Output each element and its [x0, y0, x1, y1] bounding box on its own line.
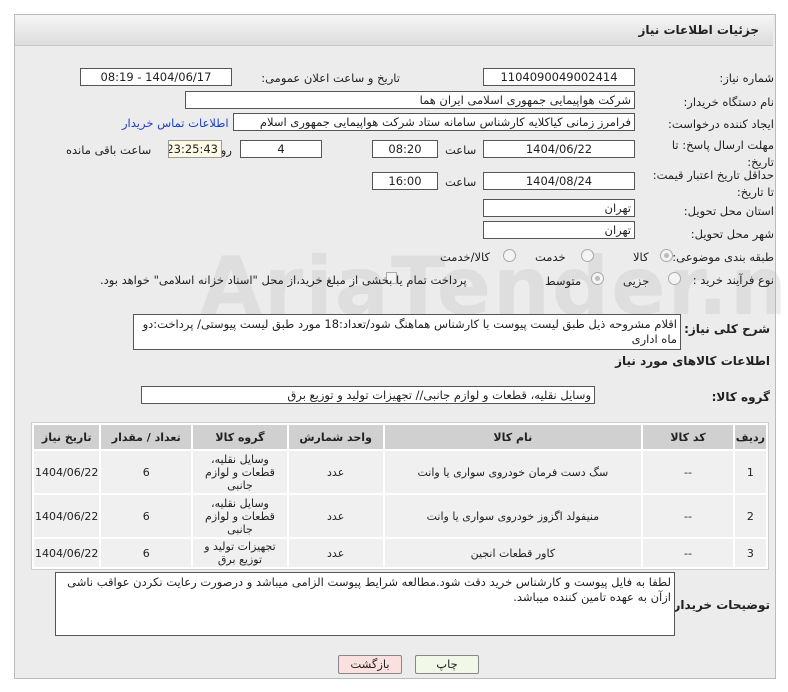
remaining-label: ساعت باقی مانده [66, 143, 152, 157]
province-field: تهران [483, 199, 635, 217]
cell-qty: 6 [101, 495, 192, 537]
creator-label: ایجاد کننده درخواست: [668, 117, 774, 131]
deadline-label: مهلت ارسال پاسخ: تا تاریخ: [671, 138, 774, 169]
col-date: تاریخ نیاز [34, 425, 100, 449]
table-row: 1 -- سگ دست فرمان خودروی سواری یا وانت عدد و… [34, 451, 766, 493]
col-code: کد کالا [643, 425, 733, 449]
buyer-label: نام دستگاه خریدار: [683, 95, 774, 109]
process-option-medium: متوسط [545, 274, 582, 288]
category-option-both: کالا/خدمت [440, 250, 491, 264]
category-label: طبقه بندی موضوعی: [672, 250, 774, 264]
buyer-notes-textarea[interactable]: لطفا به فایل پیوست و کارشناس خرید دقت شو… [55, 572, 675, 636]
category-option-goods: کالا [633, 250, 649, 264]
category-radio-service[interactable] [581, 249, 594, 262]
cell-group: وسایل نقلیه، قطعات و لوازم جانبی [193, 451, 287, 493]
goods-group-field: وسایل نقلیه، قطعات و لوازم جانبی// تجهیز… [141, 386, 595, 404]
col-name: نام کالا [384, 425, 642, 449]
cell-code: -- [643, 451, 733, 493]
cell-name: کاور قطعات انجین [384, 539, 642, 567]
announce-field: 1404/06/17 - 08:19 [80, 68, 232, 86]
process-label: نوع فرآیند خرید : [692, 273, 774, 287]
buyer-contact-link[interactable]: اطلاعات تماس خریدار [122, 116, 229, 130]
need-number-field: 1104090049002414 [483, 68, 635, 86]
creator-field: فرامرز زمانی کیاکلایه کارشناس سامانه ستا… [233, 113, 635, 131]
cell-qty: 6 [101, 451, 192, 493]
table-row: 2 -- منیفولد اگزوز خودروی سواری یا وانت عدد… [34, 495, 766, 537]
process-radio-minor[interactable] [668, 272, 681, 285]
buyer-notes-label: توضیحات خریدار: [668, 598, 770, 612]
goods-group-label: گروه کالا: [711, 390, 770, 404]
cell-date: 1404/06/22 [34, 495, 100, 537]
days-field: 4 [240, 140, 322, 158]
description-label: شرح کلی نیاز: [684, 322, 770, 336]
buyer-field: شرکت هواپیمایی جمهوری اسلامی ایران هما [185, 91, 635, 109]
page-title: جزئیات اطلاعات نیاز [638, 23, 759, 37]
cell-unit: عدد [288, 495, 383, 537]
goods-table: ردیف کد کالا نام کالا واحد شمارش گروه کا… [32, 423, 768, 569]
city-label: شهر محل تحویل: [690, 227, 774, 241]
table-row: 3 -- کاور قطعات انجین عدد تجهیزات تولید و تو… [34, 539, 766, 567]
cell-date: 1404/06/22 [34, 539, 100, 567]
col-qty: تعداد / مقدار [101, 425, 192, 449]
goods-table-wrap: ردیف کد کالا نام کالا واحد شمارش گروه کا… [31, 422, 769, 570]
cell-unit: عدد [288, 451, 383, 493]
cell-name: سگ دست فرمان خودروی سواری یا وانت [384, 451, 642, 493]
cell-row: 1 [734, 451, 766, 493]
cell-group: وسایل نقلیه، قطعات و لوازم جانبی [193, 495, 287, 537]
col-row: ردیف [734, 425, 766, 449]
cell-date: 1404/06/22 [34, 451, 100, 493]
category-option-service: خدمت [535, 250, 566, 264]
deadline-time-field: 08:20 [372, 140, 438, 158]
announce-label: تاریخ و ساعت اعلان عمومی: [261, 71, 400, 85]
process-radio-medium[interactable] [591, 272, 604, 285]
validity-label: حداقل تاریخ اعتبار قیمت: تا تاریخ: [652, 168, 774, 199]
process-option-minor: جزیی [623, 274, 650, 288]
category-radio-goods[interactable] [660, 249, 673, 262]
cell-code: -- [643, 495, 733, 537]
print-button[interactable]: چاپ [415, 655, 479, 674]
need-number-label: شماره نیاز: [719, 71, 774, 85]
category-radio-both[interactable] [503, 249, 516, 262]
cell-name: منیفولد اگزوز خودروی سواری یا وانت [384, 495, 642, 537]
deadline-date-field: 1404/06/22 [483, 140, 635, 158]
goods-section-title: اطلاعات کالاهای مورد نیاز [615, 354, 770, 368]
validity-time-field: 16:00 [372, 172, 438, 190]
cell-unit: عدد [288, 539, 383, 567]
payment-note: پرداخت تمام یا بخشی از مبلغ خرید،از محل … [100, 273, 467, 287]
cell-qty: 6 [101, 539, 192, 567]
validity-date-field: 1404/08/24 [483, 172, 635, 190]
panel-header: جزئیات اطلاعات نیاز [15, 15, 773, 46]
time-label: ساعت [445, 143, 477, 157]
description-textarea[interactable]: اقلام مشروحه ذیل طبق لیست پیوست با کارشن… [133, 314, 681, 350]
cell-group: تجهیزات تولید و توزیع برق [193, 539, 287, 567]
back-button[interactable]: بازگشت [338, 655, 402, 674]
validity-time-label: ساعت [445, 175, 477, 189]
city-field: تهران [483, 221, 635, 239]
col-unit: واحد شمارش [288, 425, 383, 449]
col-group: گروه کالا [193, 425, 287, 449]
cell-row: 3 [734, 539, 766, 567]
province-label: استان محل تحویل: [683, 204, 774, 218]
remaining-time-field: 23:25:43 [168, 140, 222, 158]
cell-code: -- [643, 539, 733, 567]
cell-row: 2 [734, 495, 766, 537]
